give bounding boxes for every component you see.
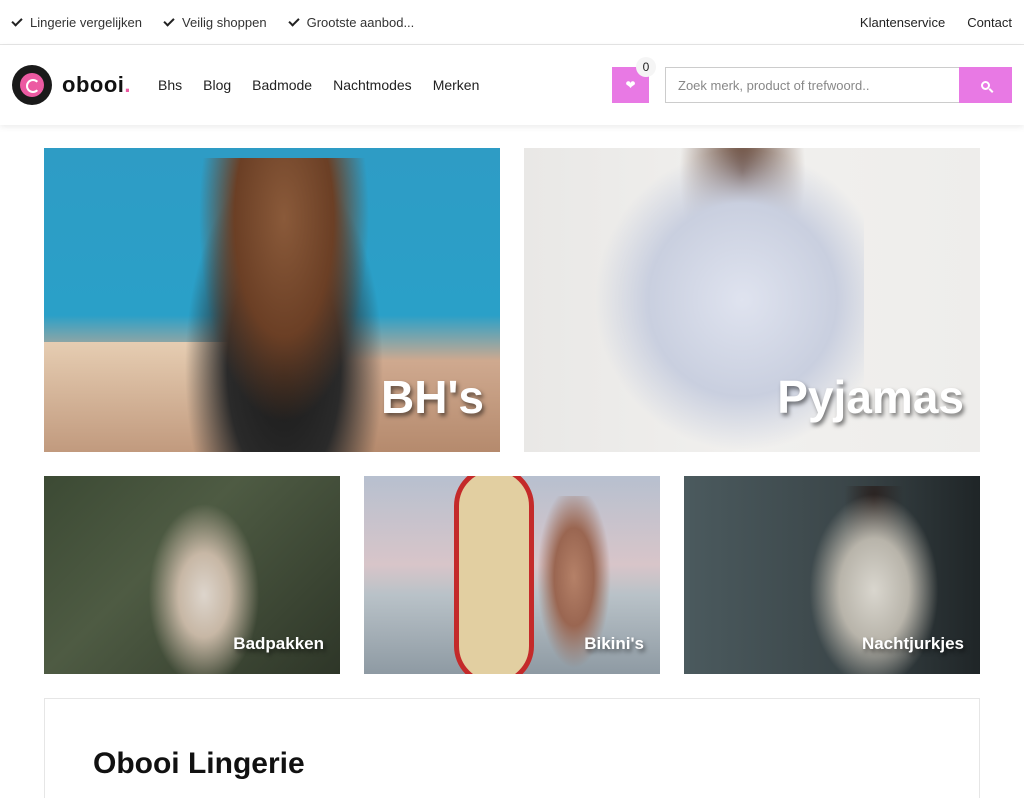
category-tile-bikinis[interactable]: Bikini's [364,476,660,674]
category-tile-pyjamas[interactable]: Pyjamas [524,148,980,452]
tile-label: Nachtjurkjes [861,634,964,653]
nav-item-merken[interactable]: Merken [433,77,480,93]
category-tile-badpakken[interactable]: Badpakken [44,476,340,674]
usp-label: Veilig shoppen [182,14,267,30]
usp-list: Lingerie vergelijken Veilig shoppen Groo… [11,14,415,30]
usp-item: Grootste aanbod... [287,14,415,30]
nav-item-blog[interactable]: Blog [203,77,231,93]
search-icon [981,80,990,90]
top-links: Klantenservice Contact [860,15,1012,30]
tile-label: Pyjamas [777,371,964,423]
customer-service-link[interactable]: Klantenservice [860,15,945,30]
usp-item: Veilig shoppen [163,14,267,30]
logo-mark-icon [12,65,52,105]
top-bar: Lingerie vergelijken Veilig shoppen Groo… [0,0,1024,45]
search-button[interactable] [959,67,1012,103]
category-tile-nachtjurkjes[interactable]: Nachtjurkjes [684,476,980,674]
tile-label: Bikini's [584,634,644,653]
logo-text: obooi [62,72,125,97]
nav-item-bhs[interactable]: Bhs [158,77,182,93]
check-icon [11,14,23,27]
usp-label: Grootste aanbod... [306,14,415,30]
check-icon [163,14,175,27]
tile-label: Badpakken [233,634,324,653]
check-icon [287,14,300,27]
tile-photo-model [184,158,384,452]
logo[interactable]: obooi. [12,65,131,105]
logo-dot: . [124,72,131,97]
search-bar [665,67,1012,103]
nav-item-badmode[interactable]: Badmode [252,77,312,93]
contact-link[interactable]: Contact [967,15,1012,30]
intro-section: Obooi Lingerie [44,698,980,798]
tile-photo-surfboard [454,476,534,674]
usp-label: Lingerie vergelijken [30,14,143,30]
tile-label: BH's [381,371,484,423]
nav-item-nachtmodes[interactable]: Nachtmodes [333,77,412,93]
section-title: Obooi Lingerie [93,747,305,780]
wishlist-count-badge: 0 [636,57,656,77]
site-header: obooi. Bhs Blog Badmode Nachtmodes Merke… [0,45,1024,125]
main-nav: Bhs Blog Badmode Nachtmodes Merken [158,77,479,93]
category-tile-bhs[interactable]: BH's [44,148,500,452]
heart-icon: ❤ [625,78,636,92]
search-input[interactable] [665,67,959,103]
usp-item: Lingerie vergelijken [11,14,143,30]
